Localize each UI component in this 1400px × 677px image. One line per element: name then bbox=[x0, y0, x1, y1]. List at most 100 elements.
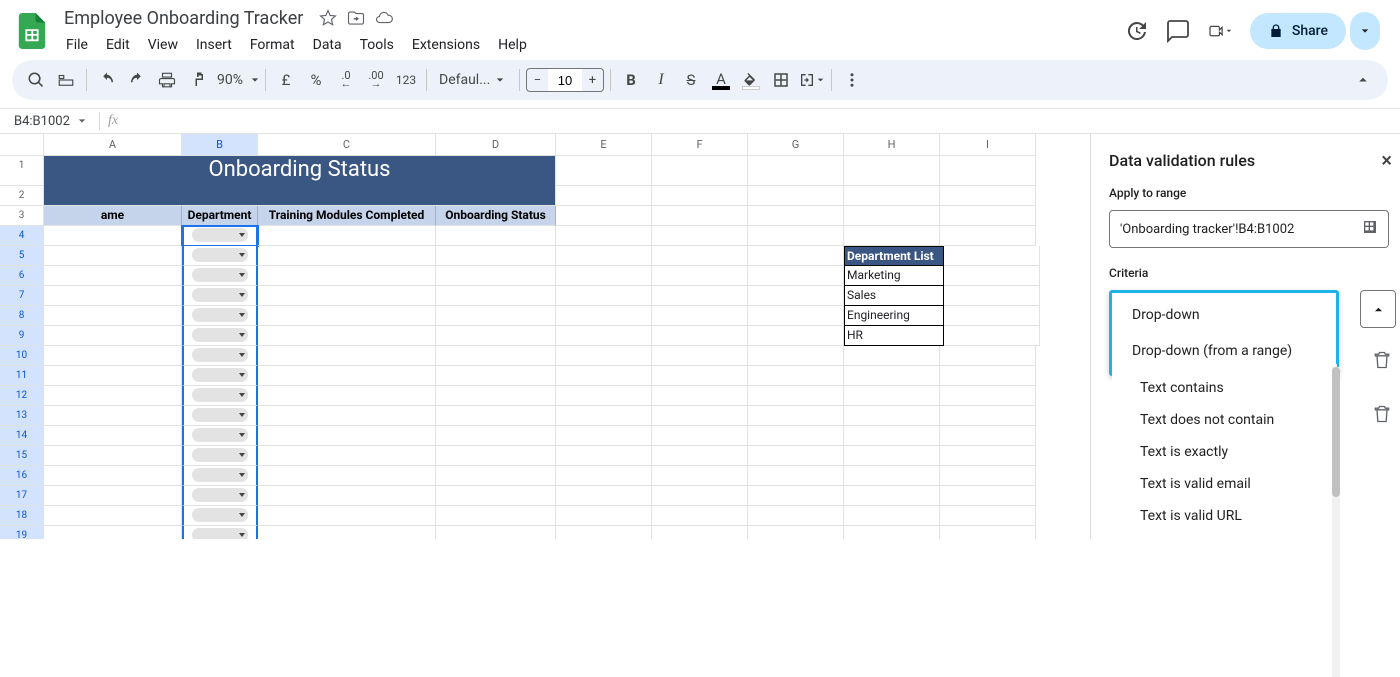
sheets-logo-icon[interactable] bbox=[12, 11, 52, 51]
dropdown-chip-cell[interactable] bbox=[182, 366, 258, 386]
row-header[interactable]: 5 bbox=[0, 246, 44, 266]
dropdown-chip-cell[interactable] bbox=[182, 386, 258, 406]
dropdown-chip-cell[interactable] bbox=[182, 526, 258, 539]
dropdown-chip-cell[interactable] bbox=[182, 246, 258, 266]
menu-format[interactable]: Format bbox=[242, 33, 303, 57]
row-header[interactable]: 4 bbox=[0, 226, 44, 246]
borders-button[interactable] bbox=[767, 66, 795, 94]
increase-decimal-button[interactable]: .00→ bbox=[362, 66, 390, 94]
criteria-option-text-contains[interactable]: Text contains bbox=[1112, 372, 1337, 404]
banner-cell[interactable]: Onboarding Status bbox=[44, 156, 556, 206]
italic-button[interactable]: I bbox=[647, 66, 675, 94]
decrease-font-button[interactable]: − bbox=[526, 68, 548, 92]
spreadsheet-grid[interactable]: ABCDEFGHI 1Onboarding Status23ameDepartm… bbox=[0, 134, 1090, 539]
col-header-G[interactable]: G bbox=[748, 134, 844, 156]
dropdown-chip-cell[interactable] bbox=[182, 286, 258, 306]
col-header-I[interactable]: I bbox=[940, 134, 1036, 156]
criteria-caret[interactable] bbox=[1360, 290, 1396, 328]
header-cell[interactable]: Onboarding Status bbox=[436, 206, 556, 226]
decrease-decimal-button[interactable]: .0← bbox=[332, 66, 360, 94]
strikethrough-button[interactable]: S bbox=[677, 66, 705, 94]
share-dropdown[interactable] bbox=[1350, 12, 1380, 50]
meet-icon[interactable] bbox=[1208, 19, 1232, 43]
dropdown-chip-cell[interactable] bbox=[182, 466, 258, 486]
col-header-A[interactable]: A bbox=[44, 134, 182, 156]
header-cell[interactable]: ame bbox=[44, 206, 182, 226]
header-cell[interactable] bbox=[556, 206, 652, 226]
menu-extensions[interactable]: Extensions bbox=[404, 33, 488, 57]
grid-select-icon[interactable] bbox=[1362, 219, 1378, 239]
criteria-option-dropdown[interactable]: Drop-down bbox=[1112, 297, 1336, 333]
row-header[interactable]: 6 bbox=[0, 266, 44, 286]
menu-tools[interactable]: Tools bbox=[352, 33, 402, 57]
row-header[interactable]: 3 bbox=[0, 206, 44, 226]
header-cell[interactable]: Department bbox=[182, 206, 258, 226]
row-header[interactable]: 12 bbox=[0, 386, 44, 406]
header-cell[interactable] bbox=[844, 206, 940, 226]
menu-help[interactable]: Help bbox=[490, 33, 535, 57]
col-header-F[interactable]: F bbox=[652, 134, 748, 156]
increase-font-button[interactable]: + bbox=[582, 68, 604, 92]
currency-button[interactable]: £ bbox=[272, 66, 300, 94]
comment-icon[interactable] bbox=[1166, 19, 1190, 43]
criteria-option-text-exactly[interactable]: Text is exactly bbox=[1112, 436, 1337, 468]
row-header[interactable]: 18 bbox=[0, 506, 44, 526]
cloud-status-icon[interactable] bbox=[375, 9, 393, 27]
dropdown-chip-cell[interactable] bbox=[182, 426, 258, 446]
dropdown-chip-cell[interactable] bbox=[182, 266, 258, 286]
row-header[interactable]: 11 bbox=[0, 366, 44, 386]
row-header[interactable]: 7 bbox=[0, 286, 44, 306]
number-format-button[interactable]: 123 bbox=[392, 66, 420, 94]
col-header-B[interactable]: B bbox=[182, 134, 258, 156]
row-header[interactable]: 1 bbox=[0, 156, 44, 186]
criteria-option-valid-email[interactable]: Text is valid email bbox=[1112, 468, 1337, 500]
paint-format-icon[interactable] bbox=[183, 66, 211, 94]
dropdown-chip-cell[interactable] bbox=[182, 506, 258, 526]
select-all-corner[interactable] bbox=[0, 134, 44, 156]
delete-rule-icon-2[interactable] bbox=[1372, 404, 1392, 428]
text-color-button[interactable]: A bbox=[707, 66, 735, 94]
row-header[interactable]: 19 bbox=[0, 526, 44, 539]
dropdown-chip-cell[interactable] bbox=[182, 406, 258, 426]
apply-range-input[interactable]: 'Onboarding tracker'!B4:B1002 bbox=[1109, 210, 1389, 248]
undo-icon[interactable] bbox=[93, 66, 121, 94]
criteria-scrollbar[interactable] bbox=[1332, 367, 1340, 677]
menu-data[interactable]: Data bbox=[305, 33, 350, 57]
criteria-option-valid-url[interactable]: Text is valid URL bbox=[1112, 500, 1337, 532]
delete-rule-icon[interactable] bbox=[1372, 350, 1392, 374]
dropdown-chip-cell[interactable] bbox=[182, 486, 258, 506]
criteria-option-text-not-contain[interactable]: Text does not contain bbox=[1112, 404, 1337, 436]
row-header[interactable]: 14 bbox=[0, 426, 44, 446]
menu-insert[interactable]: Insert bbox=[188, 33, 240, 57]
header-cell[interactable]: Training Modules Completed bbox=[258, 206, 436, 226]
collapse-toolbar-button[interactable] bbox=[1348, 65, 1378, 95]
print-icon[interactable] bbox=[153, 66, 181, 94]
share-button[interactable]: Share bbox=[1250, 13, 1346, 49]
menu-view[interactable]: View bbox=[140, 33, 186, 57]
col-header-D[interactable]: D bbox=[436, 134, 556, 156]
row-header[interactable]: 8 bbox=[0, 306, 44, 326]
move-folder-icon[interactable] bbox=[347, 9, 365, 27]
merge-cells-button[interactable] bbox=[797, 66, 825, 94]
row-header[interactable]: 16 bbox=[0, 466, 44, 486]
more-tools-button[interactable] bbox=[838, 66, 866, 94]
menu-edit[interactable]: Edit bbox=[98, 33, 138, 57]
sheet-tab-icon[interactable] bbox=[52, 66, 80, 94]
redo-icon[interactable] bbox=[123, 66, 151, 94]
col-header-H[interactable]: H bbox=[844, 134, 940, 156]
dropdown-chip-cell[interactable] bbox=[182, 226, 258, 246]
bold-button[interactable]: B bbox=[617, 66, 645, 94]
star-icon[interactable] bbox=[319, 9, 337, 27]
fill-color-button[interactable] bbox=[737, 66, 765, 94]
row-header[interactable]: 10 bbox=[0, 346, 44, 366]
col-header-E[interactable]: E bbox=[556, 134, 652, 156]
name-box[interactable]: B4:B1002 bbox=[0, 114, 95, 129]
font-size-input[interactable] bbox=[548, 68, 582, 92]
percent-button[interactable]: % bbox=[302, 66, 330, 94]
doc-title[interactable]: Employee Onboarding Tracker bbox=[58, 6, 309, 31]
row-header[interactable]: 15 bbox=[0, 446, 44, 466]
history-icon[interactable] bbox=[1124, 19, 1148, 43]
header-cell[interactable] bbox=[748, 206, 844, 226]
dropdown-chip-cell[interactable] bbox=[182, 306, 258, 326]
dropdown-chip-cell[interactable] bbox=[182, 446, 258, 466]
